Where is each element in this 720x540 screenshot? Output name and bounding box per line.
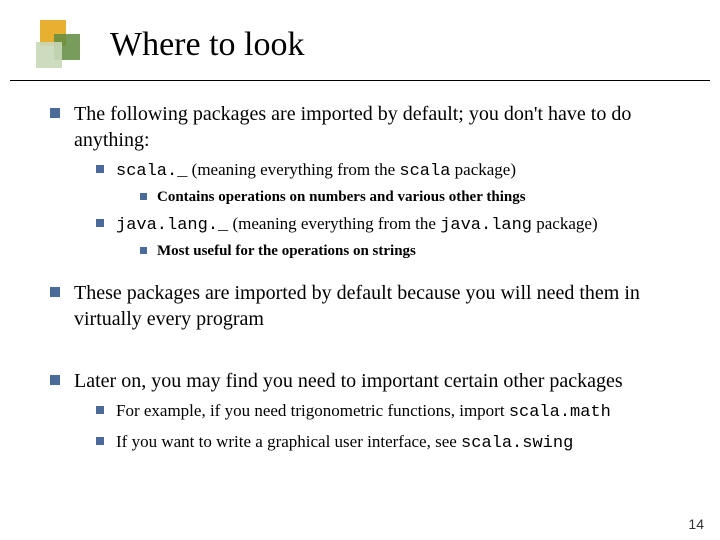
logo-icon — [20, 20, 80, 70]
bullet-text: These packages are imported by default b… — [74, 280, 690, 332]
bullet-level2: scala._ (meaning everything from the sca… — [96, 159, 690, 207]
bullet-text: If you want to write a graphical user in… — [116, 431, 573, 456]
bullet-icon — [96, 219, 104, 227]
bullet-level2: For example, if you need trigonometric f… — [96, 400, 690, 425]
bullet-icon — [96, 165, 104, 173]
bullet-level2: If you want to write a graphical user in… — [96, 431, 690, 456]
bullet-text: java.lang._ (meaning everything from the… — [116, 213, 598, 238]
bullet-icon — [140, 193, 147, 200]
slide-body: The following packages are imported by d… — [0, 101, 720, 456]
bullet-text: For example, if you need trigonometric f… — [116, 400, 611, 425]
bullet-icon — [50, 108, 60, 118]
slide-title: Where to look — [110, 26, 305, 64]
slide-header: Where to look — [10, 0, 710, 81]
bullet-level3: Contains operations on numbers and vario… — [140, 188, 690, 208]
bullet-level2: java.lang._ (meaning everything from the… — [96, 213, 690, 261]
bullet-level1: Later on, you may find you need to impor… — [50, 368, 690, 456]
bullet-text: The following packages are imported by d… — [74, 101, 690, 153]
bullet-level1: These packages are imported by default b… — [50, 280, 690, 332]
bullet-icon — [50, 375, 60, 385]
bullet-icon — [140, 247, 147, 254]
page-number: 14 — [688, 516, 704, 532]
bullet-icon — [50, 287, 60, 297]
bullet-text: scala._ (meaning everything from the sca… — [116, 159, 516, 184]
bullet-level3: Most useful for the operations on string… — [140, 242, 690, 262]
bullet-icon — [96, 437, 104, 445]
bullet-level1: The following packages are imported by d… — [50, 101, 690, 262]
bullet-text: Contains operations on numbers and vario… — [157, 188, 526, 208]
bullet-icon — [96, 406, 104, 414]
bullet-text: Later on, you may find you need to impor… — [74, 368, 623, 394]
bullet-text: Most useful for the operations on string… — [157, 242, 416, 262]
